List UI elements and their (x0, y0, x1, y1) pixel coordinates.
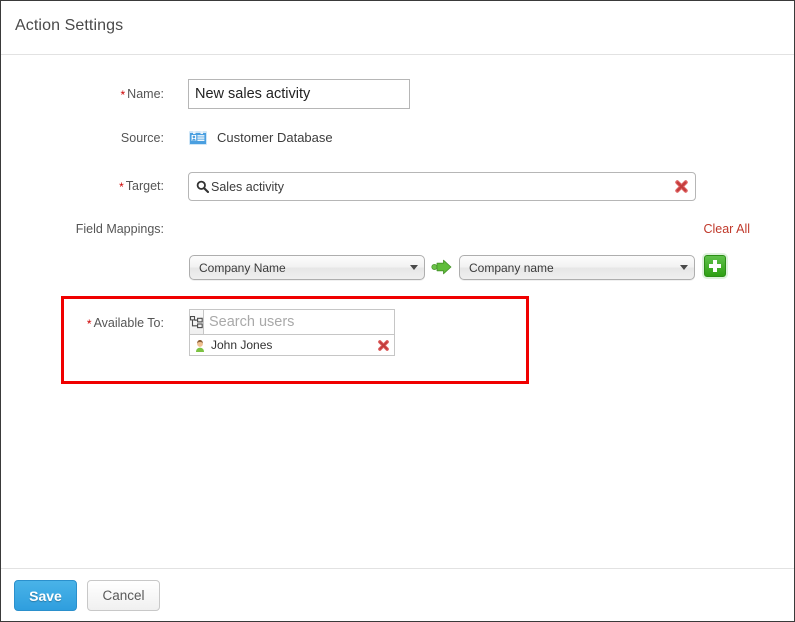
search-users-input[interactable] (204, 310, 401, 334)
dialog-header: Action Settings (1, 1, 794, 55)
required-asterisk: * (119, 180, 124, 194)
mapping-source-select[interactable]: Company Name (189, 255, 425, 280)
dialog-footer: Save Cancel (1, 568, 794, 621)
target-search-box[interactable]: Sales activity (188, 172, 696, 201)
target-value: Sales activity (211, 179, 284, 194)
target-label: * Target: (119, 179, 164, 194)
mapping-source-value: Company Name (199, 260, 286, 275)
save-button[interactable]: Save (14, 580, 77, 611)
user-name: John Jones (211, 338, 273, 352)
green-arrow-right-icon (431, 259, 453, 275)
contact-card-icon (189, 130, 207, 145)
chevron-down-icon (410, 265, 418, 270)
remove-user-icon[interactable] (377, 339, 390, 352)
user-search-row (189, 309, 401, 335)
available-to-widget: John Jones (189, 309, 401, 356)
mapping-target-value: Company name (469, 260, 554, 275)
required-asterisk: * (86, 317, 92, 331)
available-to-label: * Available To: (86, 316, 164, 331)
mapping-target-select[interactable]: Company name (459, 255, 695, 280)
source-value: Customer Database (217, 130, 333, 145)
chevron-down-icon (680, 265, 688, 270)
source-label: Source: (120, 131, 164, 145)
required-asterisk: * (120, 88, 126, 102)
cancel-button[interactable]: Cancel (87, 580, 160, 611)
search-icon (196, 180, 209, 193)
action-settings-dialog: Action Settings *Name: Source: (0, 0, 795, 622)
clear-all-link[interactable]: Clear All (703, 222, 750, 236)
user-avatar-icon (193, 338, 207, 352)
field-mappings-label: Field Mappings: (75, 222, 164, 236)
org-tree-icon[interactable] (190, 310, 204, 334)
name-label: * Name: (120, 87, 165, 102)
source-value-wrap: Customer Database (189, 130, 333, 145)
list-item: John Jones (189, 335, 395, 356)
name-input[interactable] (188, 79, 410, 109)
page-title: Action Settings (15, 17, 124, 34)
add-mapping-button[interactable] (704, 255, 726, 277)
target-clear-icon[interactable] (674, 179, 689, 194)
